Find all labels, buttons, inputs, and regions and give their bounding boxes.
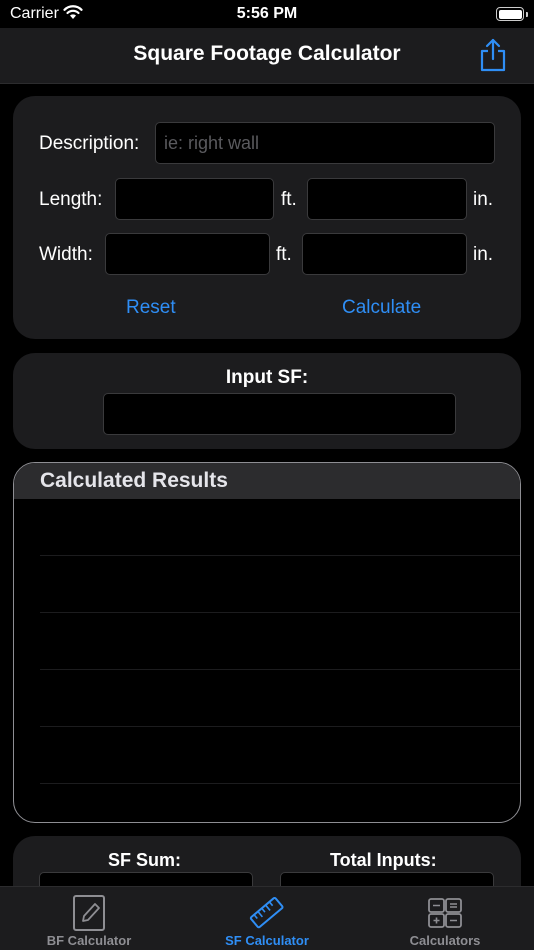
- length-feet-unit: ft.: [281, 189, 297, 210]
- width-label: Width:: [39, 244, 93, 265]
- length-label: Length:: [39, 189, 103, 210]
- description-input[interactable]: [155, 122, 495, 164]
- page-title: Square Footage Calculator: [133, 42, 401, 65]
- sf-sum-label: SF Sum:: [108, 850, 182, 870]
- tab-bf-calculator[interactable]: BF Calculator: [0, 887, 178, 950]
- status-bar: Carrier 5:56 PM: [0, 0, 534, 28]
- result-row[interactable]: [40, 670, 520, 727]
- tab-bar: BF Calculator SF Calculator Calculators: [0, 886, 534, 950]
- tab-label: Calculators: [409, 933, 481, 948]
- status-time: 5:56 PM: [236, 5, 298, 22]
- dimensions-card: Description: Length: ft. in. Width: ft. …: [13, 96, 521, 339]
- reset-button[interactable]: Reset: [126, 297, 176, 319]
- input-sf-label: Input SF:: [225, 367, 309, 388]
- width-inches-input[interactable]: [302, 233, 467, 275]
- tab-sf-calculator[interactable]: SF Calculator: [178, 887, 356, 950]
- result-row[interactable]: [40, 556, 520, 613]
- calculated-results-panel: Calculated Results: [13, 462, 521, 823]
- length-inches-unit: in.: [473, 189, 494, 210]
- result-row[interactable]: [40, 784, 520, 822]
- share-icon[interactable]: [478, 38, 508, 72]
- pencil-square-icon: [73, 895, 105, 931]
- tab-label: BF Calculator: [46, 933, 132, 948]
- result-row[interactable]: [40, 499, 520, 556]
- input-sf-card: Input SF:: [13, 353, 521, 449]
- calculate-button[interactable]: Calculate: [342, 297, 421, 319]
- calculator-icon: [428, 898, 462, 928]
- tab-calculators[interactable]: Calculators: [356, 887, 534, 950]
- total-inputs-label: Total Inputs:: [330, 850, 437, 870]
- battery-icon: [496, 7, 528, 21]
- length-feet-input[interactable]: [115, 178, 274, 220]
- input-sf-field[interactable]: [103, 393, 456, 435]
- tab-label: SF Calculator: [225, 933, 309, 948]
- width-inches-unit: in.: [473, 244, 494, 265]
- description-label: Description:: [39, 133, 140, 154]
- width-feet-input[interactable]: [105, 233, 270, 275]
- width-feet-unit: ft.: [276, 244, 292, 265]
- navigation-bar: Square Footage Calculator: [0, 28, 534, 84]
- result-row[interactable]: [40, 727, 520, 784]
- length-inches-input[interactable]: [307, 178, 467, 220]
- ruler-icon: [249, 896, 284, 929]
- result-row[interactable]: [40, 613, 520, 670]
- results-header: Calculated Results: [14, 463, 520, 499]
